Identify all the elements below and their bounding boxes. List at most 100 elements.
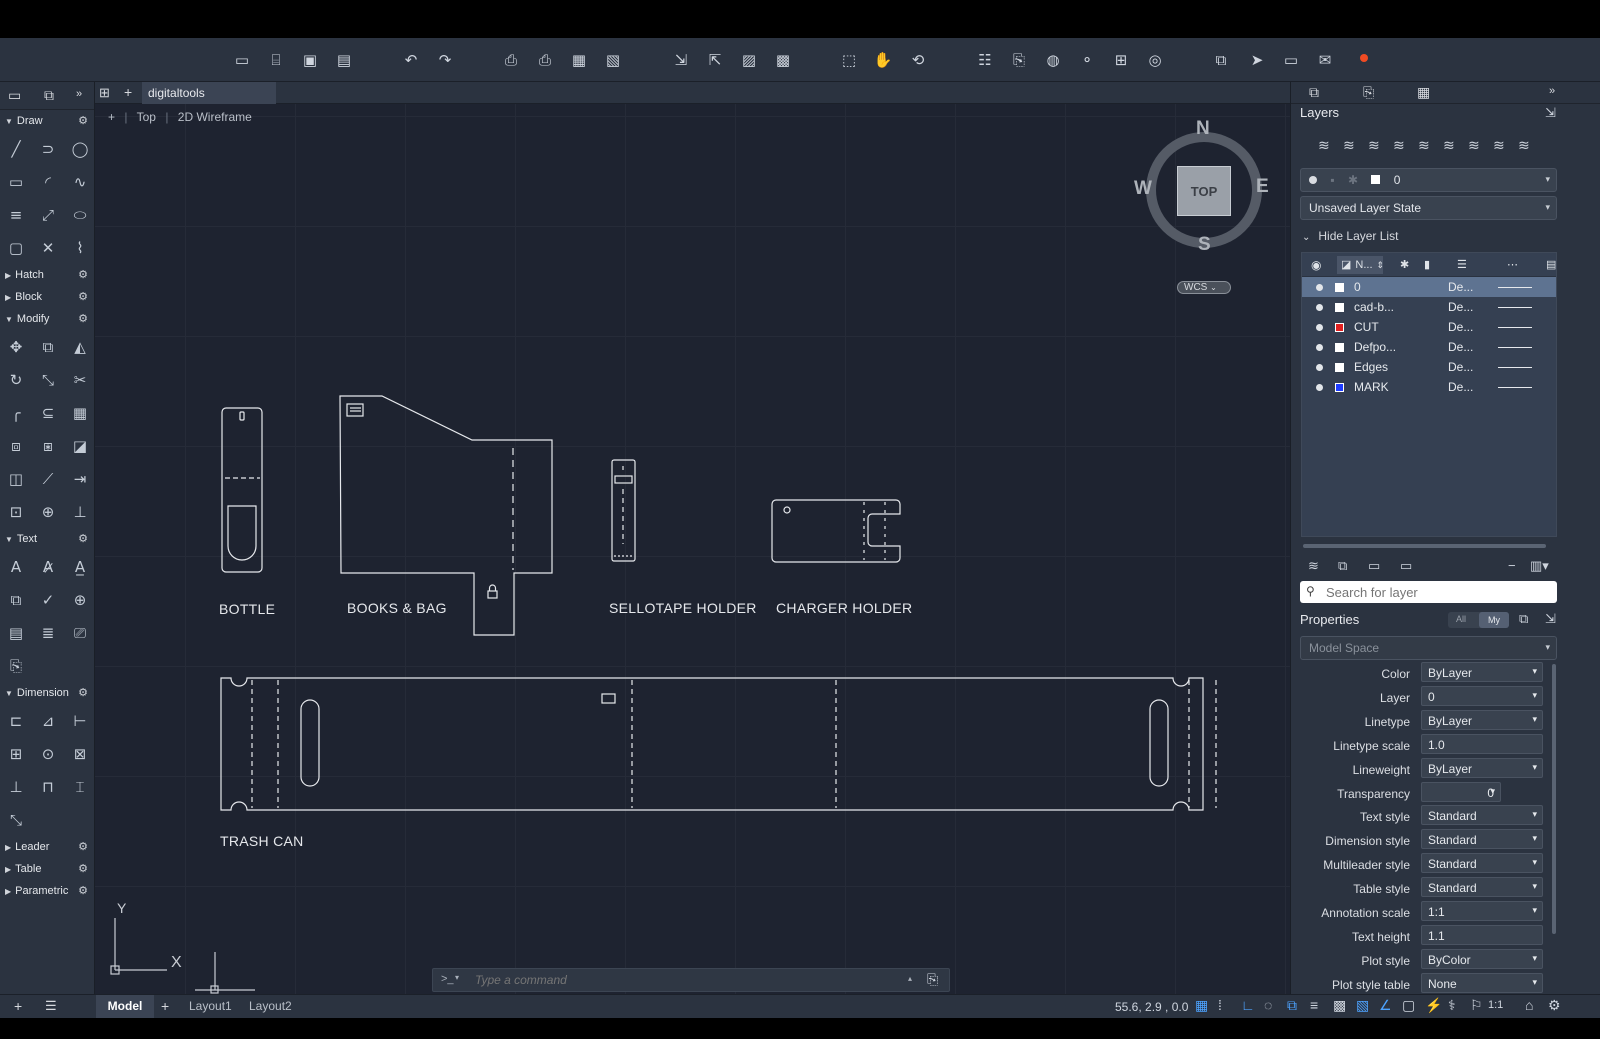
property-value[interactable]: None ▾ (1421, 972, 1543, 993)
copy-icon[interactable]: ⧉ (32, 330, 64, 363)
stretch-icon[interactable]: ⧈ (0, 429, 32, 462)
tab-layout2[interactable]: Layout2 (249, 999, 292, 1013)
compass-e[interactable]: E (1256, 176, 1269, 198)
tab-model[interactable]: Model (96, 995, 154, 1018)
dim-break-icon[interactable]: ⊓ (32, 770, 64, 803)
lock-column-icon[interactable]: ▮ (1424, 258, 1430, 271)
gear-icon[interactable]: ⚙ (78, 312, 88, 325)
command-prompt[interactable]: >_ (441, 973, 454, 985)
lineweight-icon[interactable]: ≡ (1310, 997, 1318, 1013)
share-view-icon[interactable]: ▭ (1281, 50, 1301, 70)
layer-linetype[interactable] (1498, 327, 1532, 328)
dim-update-icon[interactable]: ⤡ (0, 803, 32, 836)
pdf-import-icon[interactable]: ⎘ (0, 649, 32, 682)
auto-scale-icon[interactable]: ⚕ (1448, 997, 1456, 1014)
revcloud-icon[interactable]: ⌇ (64, 231, 96, 264)
tab-digitaltools[interactable]: digitaltools (142, 82, 276, 104)
dim-continue-icon[interactable]: ⊞ (0, 737, 32, 770)
osnap-icon[interactable]: ⧉ (1287, 997, 1297, 1014)
undo-icon[interactable]: ↶ (401, 50, 421, 70)
property-value[interactable]: 0 ▾ (1421, 685, 1543, 706)
explode-icon[interactable]: ⧆ (32, 429, 64, 462)
dim-baseline-icon[interactable]: ⊢ (64, 704, 96, 737)
plot-icon[interactable]: ⎙ (501, 50, 521, 70)
line-icon[interactable]: ╱ (0, 132, 32, 165)
ellipse-icon[interactable]: ⬭ (64, 198, 96, 231)
new-layer-icon[interactable]: ≋ (1318, 138, 1330, 154)
layer-merge-icon[interactable]: ≋ (1368, 138, 1380, 154)
property-value[interactable]: 1.1 (1421, 924, 1543, 945)
xline-icon[interactable]: ✕ (32, 231, 64, 264)
viewcube[interactable]: TOP N S E W (1134, 118, 1269, 255)
column-settings-icon[interactable]: ▤ (1546, 258, 1556, 271)
layer-linetype[interactable] (1498, 347, 1532, 348)
import-icon[interactable]: ⇲ (671, 50, 691, 70)
compass-s[interactable]: S (1198, 234, 1211, 256)
layer-visible-icon[interactable] (1316, 323, 1323, 331)
expand-panel-icon[interactable]: » (1549, 85, 1555, 97)
section-modify[interactable]: ▼ Modify ⚙ (0, 308, 94, 330)
ray-icon[interactable]: ⤢ (32, 198, 64, 231)
text-align-icon[interactable]: ≣ (32, 616, 64, 649)
property-value[interactable]: Standard ▾ (1421, 853, 1543, 874)
open-icon[interactable]: ⌸ (266, 50, 286, 70)
ortho-icon[interactable]: ∟ (1241, 997, 1255, 1013)
collapse-icon[interactable]: » (76, 88, 82, 100)
layer-linetype[interactable] (1498, 287, 1532, 288)
property-value[interactable]: ByLayer ▾ (1421, 757, 1543, 778)
dim-space-icon[interactable]: ⊥ (0, 770, 32, 803)
dim-jog-icon[interactable]: ⌶ (64, 770, 96, 803)
layer-unlock-icon[interactable]: ≋ (1518, 138, 1530, 154)
arc-icon[interactable]: ◜ (32, 165, 64, 198)
layout-icon[interactable]: ⧉ (44, 87, 54, 104)
layer-properties-icon[interactable]: ≋ (1308, 558, 1319, 574)
erase-icon[interactable]: ◪ (64, 429, 96, 462)
properties-icon[interactable]: ☷ (975, 50, 995, 70)
share-icon[interactable]: ▩ (773, 50, 793, 70)
layer-visible-icon[interactable] (1316, 303, 1323, 311)
scale-icon[interactable]: ⤡ (32, 363, 64, 396)
mirror-icon[interactable]: ◭ (64, 330, 96, 363)
property-value[interactable]: 1.0 (1421, 733, 1543, 754)
compass-n[interactable]: N (1196, 118, 1210, 140)
eye-icon[interactable]: ◉ (1311, 258, 1321, 272)
mtext-icon[interactable]: A (0, 550, 32, 583)
pdf-text-icon[interactable]: ⎚ (64, 616, 96, 649)
xref-icon[interactable]: ◎ (1145, 50, 1165, 70)
workspace-icon[interactable]: ⌂ (1525, 997, 1533, 1013)
start-tab-icon[interactable]: ⊞ (99, 85, 110, 101)
polyline-icon[interactable]: ⊃ (32, 132, 64, 165)
spline-icon[interactable]: ∿ (64, 165, 96, 198)
array-icon[interactable]: ▦ (64, 396, 96, 429)
text-edit-icon[interactable]: A̷ (32, 550, 64, 583)
name-column-header[interactable]: ◪ N... ⇕ (1337, 255, 1384, 274)
layer-color-swatch[interactable] (1335, 342, 1344, 352)
zoom-window-icon[interactable]: ⬚ (839, 50, 859, 70)
add-layout-icon[interactable]: + (161, 998, 169, 1014)
linetype-column-icon[interactable]: ⋯ (1507, 258, 1518, 271)
compass-w[interactable]: W (1134, 178, 1152, 200)
section-hatch[interactable]: ▶ Hatch ⚙ (0, 264, 94, 286)
layer-row[interactable]: CUT De... (1302, 317, 1556, 337)
layer-lock-icon[interactable]: ≋ (1493, 138, 1505, 154)
properties-scrollbar[interactable] (1552, 664, 1556, 934)
annotation-visibility-icon[interactable]: ⚡ (1425, 997, 1442, 1014)
dim-linear-icon[interactable]: ⊏ (0, 704, 32, 737)
save-icon[interactable]: ▣ (300, 50, 320, 70)
hide-layer-list-toggle[interactable]: ⌄ Hide Layer List (1302, 229, 1398, 243)
field-icon[interactable]: ▤ (0, 616, 32, 649)
property-value[interactable]: ByLayer ▾ (1421, 662, 1543, 682)
dynamic-ucs-icon[interactable]: ▢ (1402, 997, 1415, 1014)
batch-plot-icon[interactable]: ⎙ (535, 50, 555, 70)
publish-icon[interactable]: ▧ (603, 50, 623, 70)
layer-off-icon[interactable]: ≋ (1443, 138, 1455, 154)
section-draw[interactable]: ▼ Draw ⚙ (0, 110, 94, 132)
layer-color-swatch[interactable] (1335, 302, 1344, 312)
transparency-icon[interactable]: ▩ (1333, 997, 1346, 1014)
minus-icon[interactable]: − (1508, 558, 1516, 573)
draworder-icon[interactable]: ⊥ (64, 495, 96, 528)
section-table[interactable]: ▶ Table ⚙ (0, 858, 94, 880)
layer-freeze-icon[interactable]: ≋ (1468, 138, 1480, 154)
current-layer-dropdown[interactable]: ▪ ✱ 0 ▾ (1300, 168, 1557, 192)
find-text-icon[interactable]: ⧉ (0, 583, 32, 616)
